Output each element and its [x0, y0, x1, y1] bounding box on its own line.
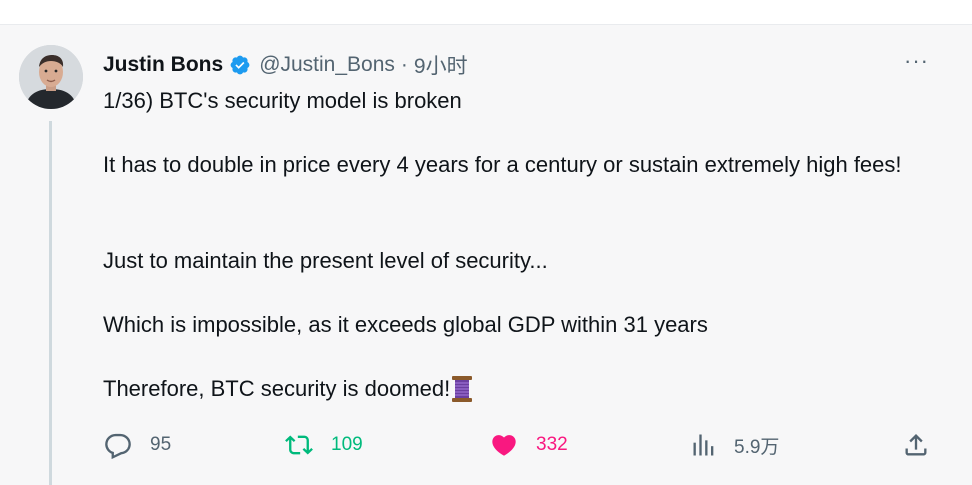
author-handle[interactable]: @Justin_Bons: [259, 53, 395, 77]
tweet-text-line-4: Which is impossible, as it exceeds globa…: [103, 312, 708, 337]
timestamp[interactable]: 9小时: [414, 50, 468, 80]
separator-dot: ·: [400, 53, 408, 76]
heart-icon: [492, 435, 516, 456]
share-icon: [905, 434, 927, 456]
author-name[interactable]: Justin Bons: [103, 53, 223, 77]
like-button[interactable]: 332: [490, 425, 568, 465]
views-button[interactable]: 5.9万: [690, 425, 779, 465]
tweet-text-line-1: 1/36) BTC's security model is broken: [103, 88, 462, 113]
like-count: 332: [536, 434, 568, 455]
tweet-actions: 95 109 332 5.9万: [0, 425, 972, 465]
retweet-count: 109: [331, 434, 363, 455]
tweet-text-line-2: It has to double in price every 4 years …: [103, 152, 902, 177]
avatar[interactable]: [19, 45, 83, 109]
tweet-header: Justin Bons @Justin_Bons · 9小时: [103, 51, 468, 79]
verified-badge-icon: [230, 55, 250, 75]
thread-spool-emoji: [452, 376, 473, 402]
share-button[interactable]: [902, 425, 930, 465]
views-chart-icon: [693, 434, 714, 456]
tweet-text-line-5-row: Therefore, BTC security is doomed!: [103, 373, 473, 405]
reply-icon: [105, 433, 131, 459]
avatar-image: [19, 45, 83, 109]
tweet-card[interactable]: Justin Bons @Justin_Bons · 9小时 ··· 1/36)…: [0, 24, 972, 485]
views-count: 5.9万: [734, 436, 780, 458]
top-bar: [0, 0, 972, 24]
tweet-text-line-5: Therefore, BTC security is doomed!: [103, 376, 451, 401]
reply-count: 95: [150, 434, 172, 455]
reply-button[interactable]: 95: [104, 425, 171, 465]
retweet-button[interactable]: 109: [285, 425, 363, 465]
retweet-icon: [285, 435, 313, 455]
more-horizontal-icon[interactable]: ···: [904, 50, 938, 73]
tweet-text-line-3: Just to maintain the present level of se…: [103, 248, 548, 273]
